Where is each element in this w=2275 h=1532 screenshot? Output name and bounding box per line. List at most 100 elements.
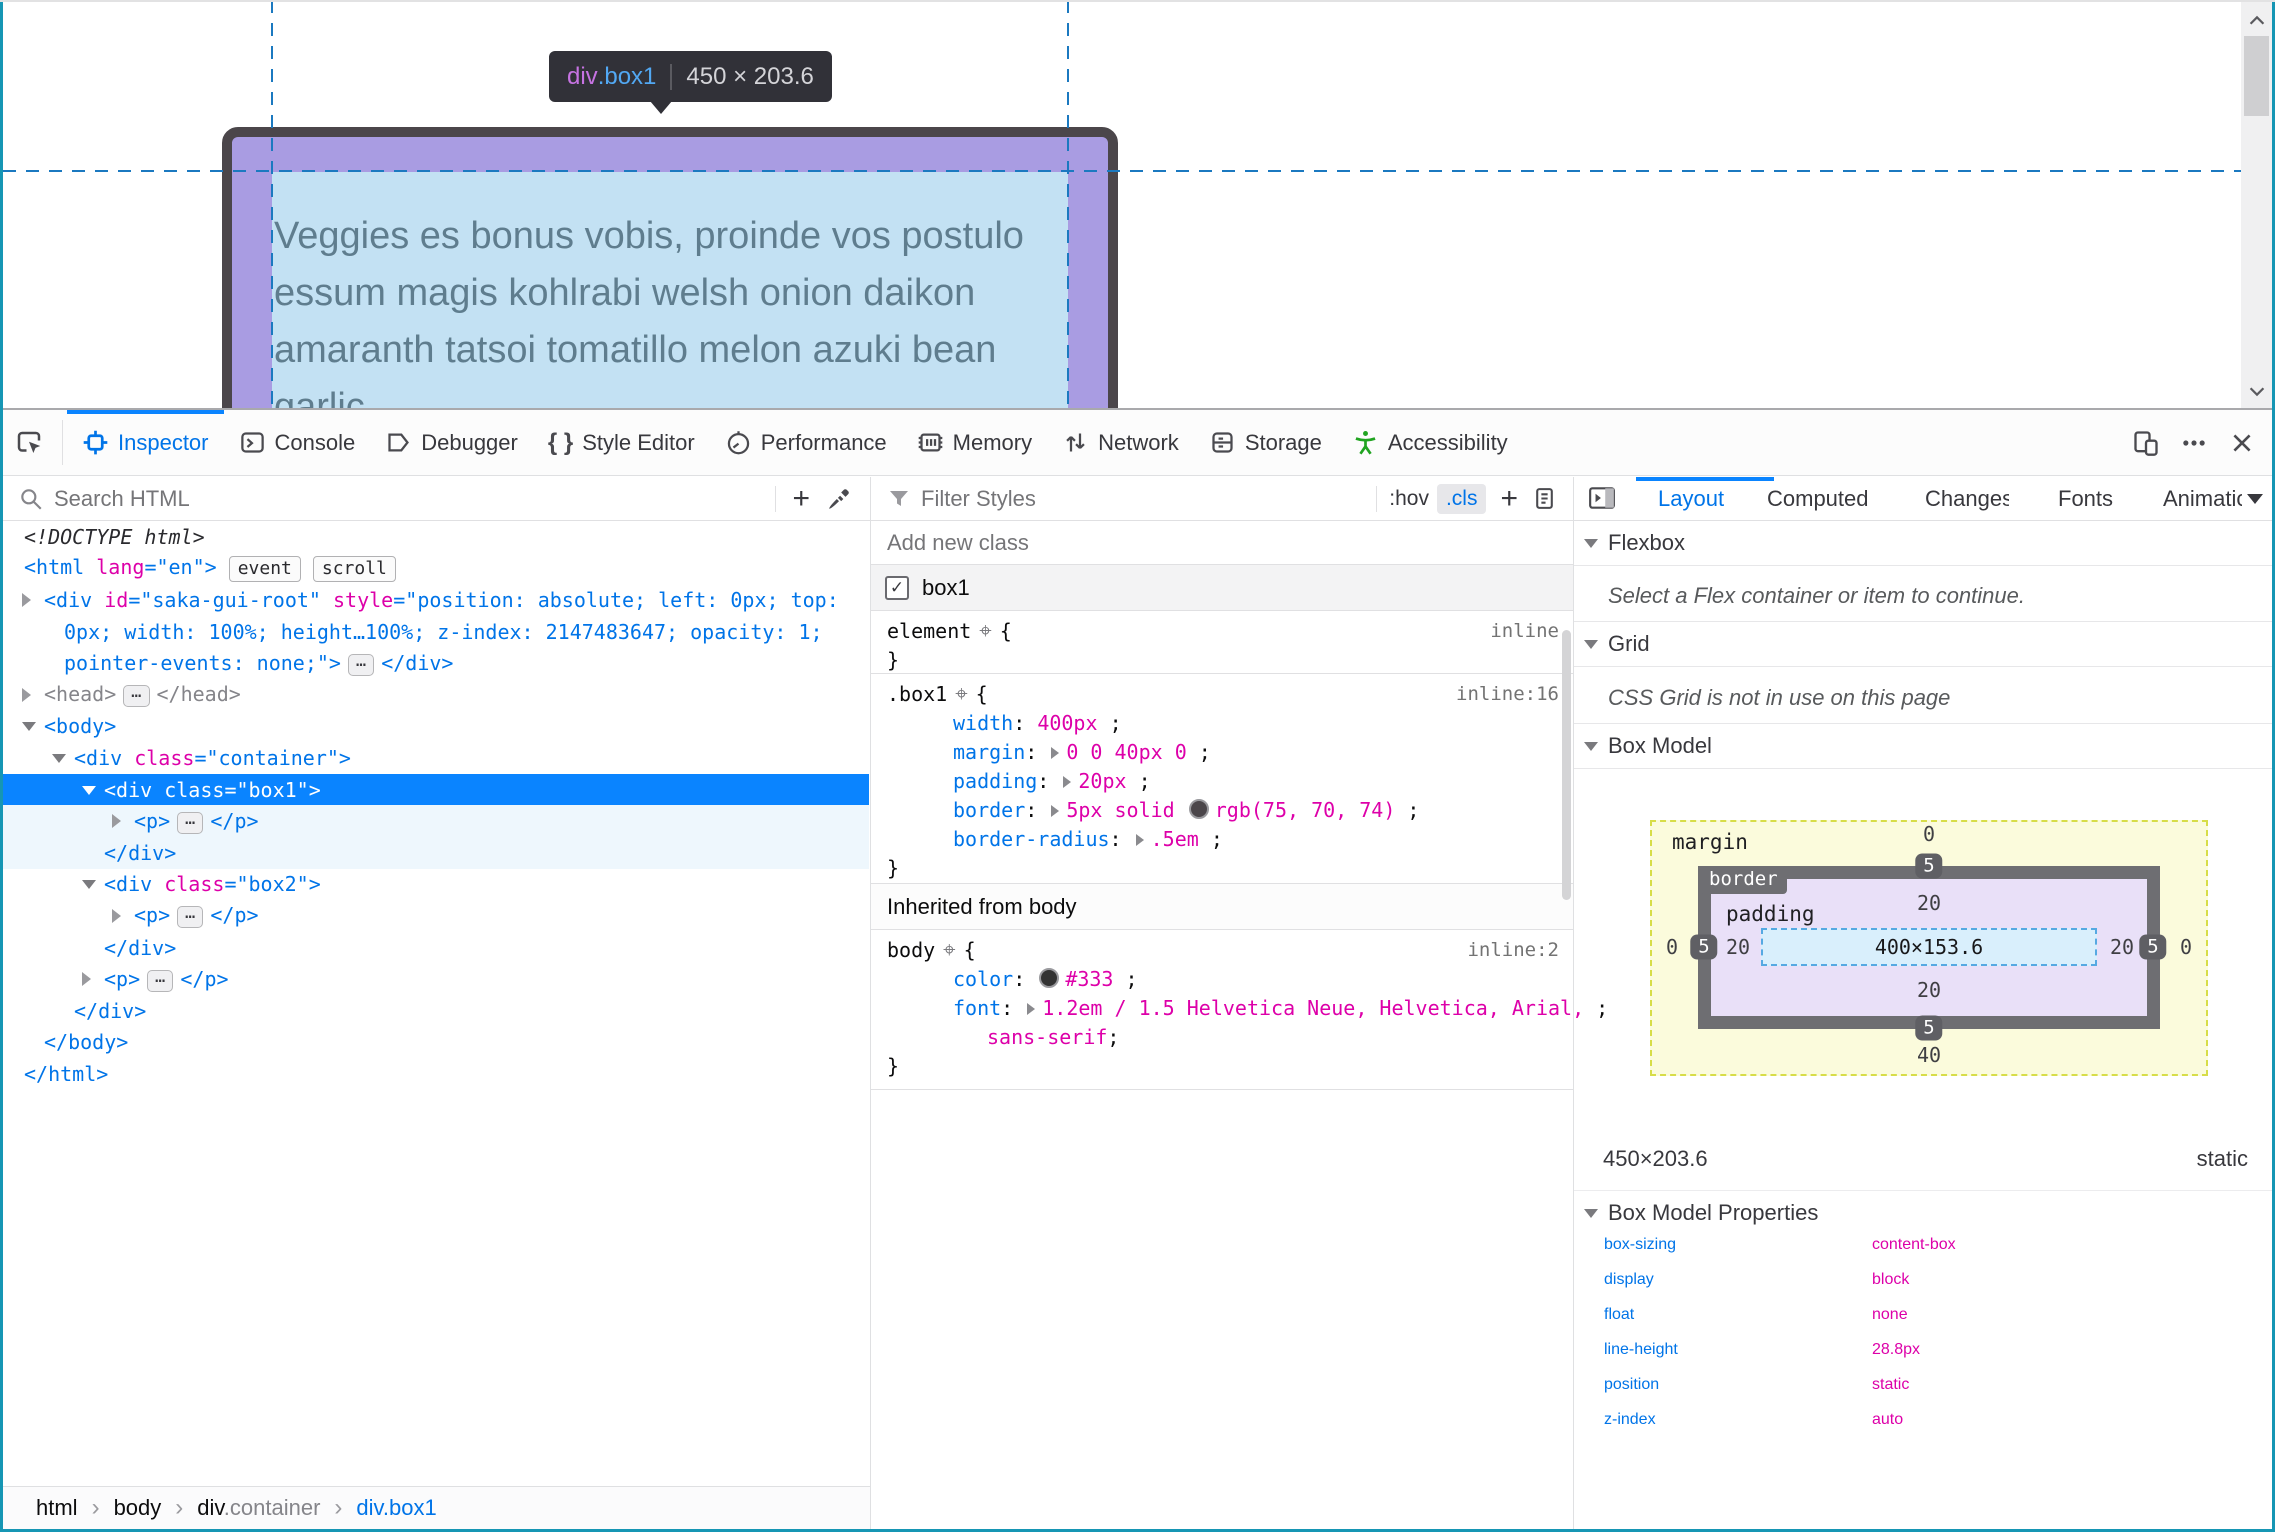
- collapsed-content-badge[interactable]: ⋯: [123, 685, 150, 708]
- margin-bottom-value[interactable]: 40: [1917, 1043, 1941, 1067]
- breadcrumb-item-div[interactable]: div.container: [197, 1495, 320, 1521]
- meatball-menu-icon[interactable]: [2177, 426, 2211, 460]
- css-declaration-font[interactable]: font: 1.2em / 1.5 Helvetica Neue, Helvet…: [871, 994, 1608, 1023]
- add-new-class-input[interactable]: Add new class: [887, 530, 1029, 556]
- markup-line[interactable]: <p> ⋯ </p>: [0, 805, 869, 837]
- page-scrollbar-thumb[interactable]: [2244, 36, 2269, 116]
- selector-highlighter-icon[interactable]: ⌖: [979, 619, 991, 644]
- stylesheet-source-link[interactable]: inline:16: [1456, 680, 1559, 709]
- flexbox-message: Select a Flex container or item to conti…: [1608, 583, 2025, 608]
- stylesheet-source-link[interactable]: inline:2: [1467, 936, 1559, 965]
- color-swatch[interactable]: [1188, 799, 1209, 819]
- bmp-property-name: box-sizing: [1604, 1236, 1677, 1253]
- collapse-arrow[interactable]: [52, 753, 66, 763]
- markup-line[interactable]: <!DOCTYPE html>: [0, 521, 869, 553]
- markup-line[interactable]: <body>: [0, 711, 869, 743]
- markup-line[interactable]: <p> ⋯ </p>: [0, 900, 869, 932]
- collapsed-content-badge[interactable]: ⋯: [147, 969, 174, 992]
- expand-arrow[interactable]: [112, 814, 121, 829]
- markup-line[interactable]: </html>: [0, 1058, 869, 1090]
- markup-line[interactable]: <head> ⋯ </head>: [0, 679, 869, 711]
- collapsed-content-badge[interactable]: ⋯: [177, 906, 204, 929]
- expand-shorthand-icon[interactable]: [1051, 805, 1060, 817]
- expand-arrow[interactable]: [22, 592, 31, 607]
- color-swatch[interactable]: [1039, 968, 1060, 988]
- markup-line[interactable]: <div class="box1">: [0, 773, 869, 806]
- markup-line[interactable]: <div id="saka-gui-root" style="position:…: [0, 584, 869, 616]
- close-icon[interactable]: [2225, 426, 2259, 460]
- box-model-section-header[interactable]: Box Model: [1574, 724, 2272, 769]
- css-declaration-border-radius[interactable]: border-radius: .5em ;: [871, 825, 1573, 854]
- border-top-value[interactable]: 5: [1915, 853, 1943, 879]
- tab-layout[interactable]: Layout: [1658, 477, 1752, 520]
- expand-shorthand-icon[interactable]: [1063, 776, 1072, 788]
- rules-scrollbar-thumb[interactable]: [1562, 630, 1571, 900]
- markup-line[interactable]: pointer-events: none;"> ⋯ </div>: [0, 647, 869, 679]
- expand-arrow[interactable]: [22, 687, 31, 702]
- css-declaration-border[interactable]: border: 5px solid rgb(75, 70, 74) ;: [871, 796, 1573, 825]
- rule-selector[interactable]: body: [887, 938, 935, 962]
- responsive-mode-icon[interactable]: [2129, 426, 2163, 460]
- padding-bottom-value[interactable]: 20: [1917, 978, 1941, 1002]
- scroll-up-icon[interactable]: [2246, 10, 2268, 32]
- expand-shorthand-icon[interactable]: [1135, 834, 1144, 846]
- padding-left-value[interactable]: 20: [1726, 935, 1750, 959]
- css-declaration-color[interactable]: color: #333 ;: [871, 965, 1573, 994]
- padding-top-value[interactable]: 20: [1917, 891, 1941, 915]
- stylesheet-source-link[interactable]: inline: [1490, 617, 1559, 646]
- markup-line[interactable]: <html lang="en"> event scroll: [0, 553, 869, 585]
- collapse-arrow[interactable]: [82, 880, 96, 890]
- markup-line[interactable]: <p> ⋯ </p>: [0, 963, 869, 995]
- flexbox-section-header[interactable]: Flexbox: [1574, 521, 2272, 566]
- add-new-class-row[interactable]: Add new class: [871, 521, 1573, 565]
- class-checkbox[interactable]: ✓: [885, 575, 909, 600]
- selector-highlighter-icon[interactable]: ⌖: [955, 682, 967, 707]
- event-badge[interactable]: event: [228, 555, 301, 582]
- grid-section-header[interactable]: Grid: [1574, 622, 2272, 667]
- markup-line[interactable]: <div class="container">: [0, 742, 869, 774]
- scroll-down-icon[interactable]: [2246, 380, 2268, 402]
- collapse-arrow[interactable]: [82, 785, 96, 795]
- bmp-property-value: auto: [1872, 1411, 1904, 1428]
- collapsed-content-badge[interactable]: ⋯: [177, 811, 204, 834]
- expand-arrow[interactable]: [112, 908, 121, 923]
- box-model-properties-header[interactable]: Box Model Properties: [1574, 1190, 2272, 1234]
- css-declaration-wrap[interactable]: sans-serif;: [871, 1023, 1573, 1052]
- expand-shorthand-icon[interactable]: [1051, 747, 1060, 759]
- css-declaration-width[interactable]: width: 400px ;: [871, 709, 1573, 738]
- markup-line[interactable]: </div>: [0, 932, 869, 964]
- scroll-badge[interactable]: scroll: [312, 555, 396, 582]
- all-tabs-dropdown-icon[interactable]: [2247, 494, 2263, 504]
- markup-line[interactable]: </div>: [0, 837, 869, 869]
- tab-changes[interactable]: Changes: [1925, 477, 2009, 520]
- tab-computed[interactable]: Computed: [1767, 477, 1880, 520]
- breadcrumb-item-html[interactable]: html: [36, 1495, 78, 1521]
- tab-fonts[interactable]: Fonts: [2058, 477, 2114, 520]
- breadcrumb-item-div-box1[interactable]: div.box1: [356, 1495, 436, 1521]
- collapsed-content-badge[interactable]: ⋯: [347, 653, 375, 676]
- css-declaration-margin[interactable]: margin: 0 0 40px 0 ;: [871, 738, 1573, 767]
- markup-line[interactable]: 0px; width: 100%; height…100%; z-index: …: [0, 616, 869, 648]
- css-declaration-padding[interactable]: padding: 20px ;: [871, 767, 1573, 796]
- markup-line[interactable]: <div class="box2">: [0, 869, 869, 901]
- rule-selector[interactable]: element: [887, 619, 971, 643]
- border-bottom-value[interactable]: 5: [1915, 1015, 1943, 1041]
- margin-right-value[interactable]: 0: [2180, 935, 2192, 959]
- markup-line[interactable]: </div>: [0, 995, 869, 1027]
- tab-animations[interactable]: Animations: [2163, 477, 2242, 520]
- padding-right-value[interactable]: 20: [2110, 935, 2134, 959]
- breadcrumb-item-body[interactable]: body: [114, 1495, 162, 1521]
- inherited-from-header: Inherited from body: [871, 884, 1573, 930]
- sidebar-toggle-icon[interactable]: [1588, 485, 1616, 511]
- border-left-value[interactable]: 5: [1690, 934, 1718, 960]
- expand-shorthand-icon[interactable]: [1027, 1003, 1036, 1015]
- selector-highlighter-icon[interactable]: ⌖: [943, 938, 955, 963]
- margin-top-value[interactable]: 0: [1923, 822, 1935, 846]
- markup-line[interactable]: </body>: [0, 1027, 869, 1059]
- rule-selector[interactable]: .box1: [887, 682, 947, 706]
- box-model-content-region[interactable]: 400×153.6: [1761, 928, 2097, 966]
- margin-left-value[interactable]: 0: [1666, 935, 1678, 959]
- collapse-arrow[interactable]: [22, 722, 36, 732]
- expand-arrow[interactable]: [82, 972, 91, 987]
- border-right-value[interactable]: 5: [2139, 934, 2167, 960]
